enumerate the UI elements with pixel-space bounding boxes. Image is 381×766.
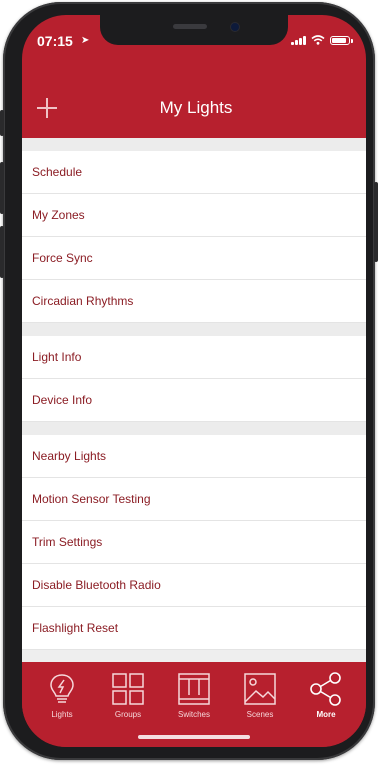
menu-item-motion-sensor-testing[interactable]: Motion Sensor Testing xyxy=(22,478,366,521)
volume-down-button xyxy=(0,226,4,278)
nav-header: My Lights xyxy=(22,85,366,135)
status-indicators xyxy=(291,35,353,45)
status-time: 07:15 xyxy=(37,33,73,49)
location-arrow-icon: ➤ xyxy=(81,35,90,46)
menu-item-schedule[interactable]: Schedule xyxy=(22,151,366,194)
volume-up-button xyxy=(0,162,4,214)
tab-lights[interactable]: Lights xyxy=(32,671,92,747)
switches-icon xyxy=(178,673,210,705)
tab-label: Groups xyxy=(114,710,142,719)
speaker-grille xyxy=(173,24,207,29)
tab-label: Switches xyxy=(177,710,210,719)
screen: 07:15 ➤ My Lights Schedule My Zones Forc… xyxy=(22,15,366,747)
tab-label: More xyxy=(316,710,336,719)
tab-more[interactable]: More xyxy=(296,671,356,747)
menu-list: Schedule My Zones Force Sync Circadian R… xyxy=(22,138,366,662)
menu-item-trim-settings[interactable]: Trim Settings xyxy=(22,521,366,564)
menu-item-device-info[interactable]: Device Info xyxy=(22,379,366,422)
lightbulb-icon xyxy=(50,674,74,703)
section-gap xyxy=(22,323,366,336)
home-indicator[interactable] xyxy=(138,735,250,739)
grid-icon xyxy=(112,673,144,705)
menu-item-my-zones[interactable]: My Zones xyxy=(22,194,366,237)
menu-group-tools: Nearby Lights Motion Sensor Testing Trim… xyxy=(22,435,366,650)
menu-item-force-sync[interactable]: Force Sync xyxy=(22,237,366,280)
phone-frame: 07:15 ➤ My Lights Schedule My Zones Forc… xyxy=(0,2,378,760)
wifi-icon xyxy=(311,35,325,45)
image-icon xyxy=(244,673,276,705)
notch xyxy=(100,15,288,45)
share-icon xyxy=(310,672,341,706)
page-title: My Lights xyxy=(159,98,233,117)
menu-group-info: Light Info Device Info xyxy=(22,336,366,422)
menu-item-light-info[interactable]: Light Info xyxy=(22,336,366,379)
battery-icon xyxy=(330,36,353,45)
power-button xyxy=(374,182,378,262)
menu-group-sync: Schedule My Zones Force Sync Circadian R… xyxy=(22,151,366,323)
menu-item-circadian-rhythms[interactable]: Circadian Rhythms xyxy=(22,280,366,323)
mute-switch xyxy=(0,110,4,136)
menu-item-nearby-lights[interactable]: Nearby Lights xyxy=(22,435,366,478)
tab-label: Lights xyxy=(51,710,73,719)
section-gap xyxy=(22,422,366,435)
tab-label: Scenes xyxy=(246,710,274,719)
menu-item-flashlight-reset[interactable]: Flashlight Reset xyxy=(22,607,366,650)
front-camera xyxy=(231,23,239,31)
section-gap xyxy=(22,138,366,151)
menu-item-disable-bluetooth-radio[interactable]: Disable Bluetooth Radio xyxy=(22,564,366,607)
cellular-signal-icon xyxy=(291,35,306,45)
